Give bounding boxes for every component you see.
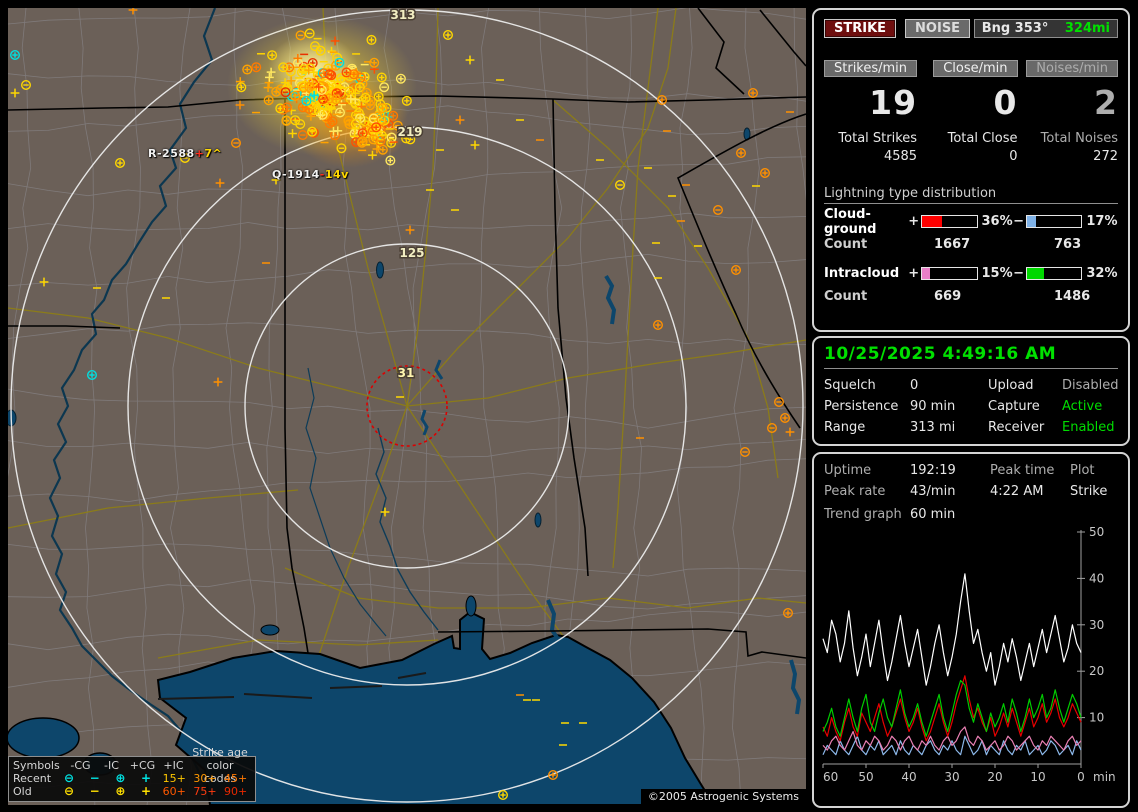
plot-type-value: Strike [1070,484,1118,499]
peak-time-value: 4:22 AM [990,484,1070,499]
peak-rate-value: 43/min [910,484,990,499]
trend-graph-label: Trend graph [824,507,910,522]
range-value: 313 mi [910,420,988,435]
legend-header: Symbols [13,759,65,772]
close-rate: 0 [925,85,1017,121]
ic-positive-bar [921,267,977,280]
persistence-value: 90 min [910,399,988,414]
datetime-display: 10/25/2025 4:49:16 AM [824,338,1118,369]
uptime-value: 192:19 [910,463,990,478]
distance-value: 324mi [1065,21,1110,36]
sidebar: STRIKE NOISE Bng 353° 324mi Strikes/min … [812,4,1134,808]
storm-cell-label: Q-1914-14v [272,168,349,181]
svg-text:60: 60 [823,770,838,782]
svg-text:30: 30 [944,770,959,782]
noises-column: Noises/min 2 Total Noises 272 [1026,60,1118,164]
total-close-label: Total Close [925,131,1017,146]
ic-pos-count: 669 [934,289,1054,304]
svg-text:313: 313 [390,8,415,22]
strike-toggle-button[interactable]: STRIKE [824,19,896,38]
receiver-status: Enabled [1062,420,1118,435]
svg-text:20: 20 [987,770,1002,782]
strikes-per-min-header: Strikes/min [824,60,917,77]
cg-positive-bar [921,215,977,228]
trend-window-value: 60 min [910,507,1118,522]
svg-text:30: 30 [1089,618,1104,632]
plot-label: Plot [1070,463,1118,478]
svg-text:40: 40 [901,770,916,782]
svg-text:50: 50 [1089,525,1104,539]
noises-rate: 2 [1026,85,1118,121]
noise-toggle-button[interactable]: NOISE [905,19,970,38]
total-noises-label: Total Noises [1026,131,1118,146]
map-canvas: 313 219 125 31 [8,8,806,805]
cg-neg-count: 763 [1054,237,1081,252]
storm-cell-label: R-2588+7^ [148,147,222,160]
status-panel: 10/25/2025 4:49:16 AM Squelch 0 Upload D… [812,336,1130,446]
distribution-title: Lightning type distribution [824,186,1118,204]
neg-ic-old-icon: − [82,785,108,798]
strikes-column: Strikes/min 19 Total Strikes 4585 [824,60,917,164]
close-column: Close/min 0 Total Close 0 [925,60,1017,164]
neg-cg-old-icon: ⊖ [56,785,82,798]
total-noises-value: 272 [1026,149,1118,164]
pos-ic-old-icon: + [133,785,159,798]
nexstorm-window: 31321912531 R-2588+7^Q-1914-14v Symbols … [0,0,1138,812]
upload-status: Disabled [1062,378,1118,393]
svg-text:10: 10 [1089,711,1104,725]
session-panel: Uptime 192:19 Peak time Plot Peak rate 4… [812,452,1130,808]
bearing-value: Bng 353° [982,21,1049,36]
ic-neg-count: 1486 [1054,289,1090,304]
noises-per-min-header: Noises/min [1026,60,1118,77]
strikes-rate: 19 [824,85,917,121]
svg-text:50: 50 [858,770,873,782]
svg-text:31: 31 [398,366,415,380]
ic-negative-bar [1026,267,1082,280]
map-legend: Symbols -CG -IC +CG +IC Strike age color… [8,756,256,802]
lightning-distribution: Lightning type distribution Cloud-ground… [814,186,1128,304]
lightning-map[interactable]: 313 219 125 31 R-2588+7^ Q-1914-14v Symbols … [8,8,806,805]
total-strikes-value: 4585 [824,149,917,164]
svg-text:219: 219 [397,125,422,139]
cg-negative-bar [1026,215,1082,228]
total-close-value: 0 [925,149,1017,164]
svg-text:min: min [1093,770,1116,782]
squelch-value: 0 [910,378,988,393]
svg-text:40: 40 [1089,571,1104,585]
svg-text:125: 125 [399,246,424,260]
trend-chart: 50 40 30 20 10 60 50 40 30 20 10 0 min [821,524,1121,782]
svg-text:0: 0 [1077,770,1085,782]
pos-cg-old-icon: ⊕ [108,785,134,798]
svg-text:10: 10 [1030,770,1045,782]
total-strikes-label: Total Strikes [824,131,917,146]
stats-panel: STRIKE NOISE Bng 353° 324mi Strikes/min … [812,8,1130,332]
svg-text:20: 20 [1089,664,1104,678]
bearing-distance-display: Bng 353° 324mi [974,19,1118,38]
copyright-label: ©2005 Astrogenic Systems [641,789,806,805]
capture-status: Active [1062,399,1118,414]
close-per-min-header: Close/min [933,60,1017,77]
cg-pos-count: 1667 [934,237,1054,252]
